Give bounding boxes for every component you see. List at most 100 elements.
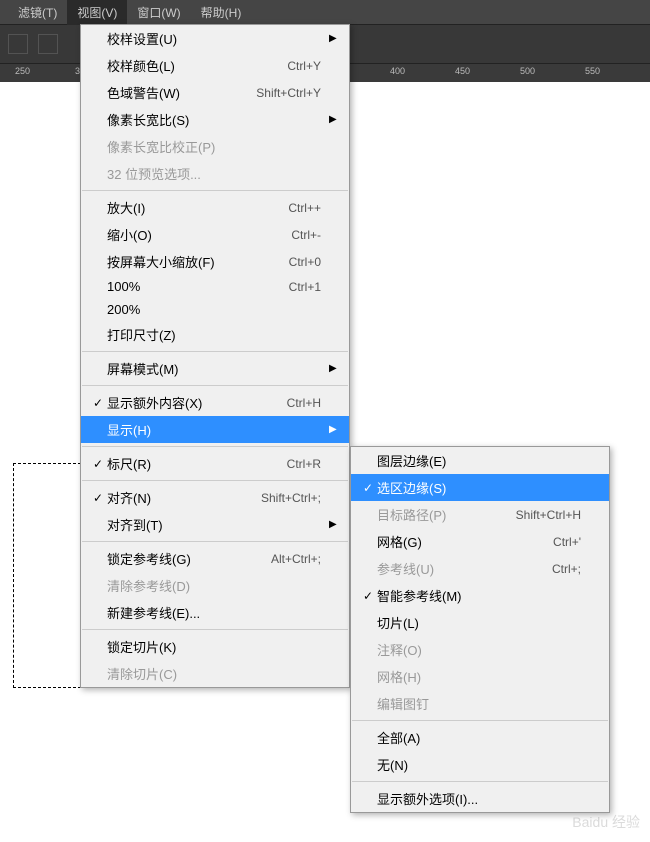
menu-item-label: 清除参考线(D)	[107, 576, 329, 595]
tool-icon[interactable]	[38, 34, 58, 54]
menu-item[interactable]: ✓显示额外内容(X)Ctrl+H	[81, 389, 349, 416]
menu-item[interactable]: 校样设置(U)▶	[81, 25, 349, 52]
menu-item: 网格(H)	[351, 663, 609, 690]
menu-item-label: 选区边缘(S)	[377, 478, 589, 497]
show-submenu: 图层边缘(E)✓选区边缘(S)目标路径(P)Shift+Ctrl+H网格(G)C…	[350, 446, 610, 813]
menu-item: 清除参考线(D)	[81, 572, 349, 599]
menu-item[interactable]: 放大(I)Ctrl++	[81, 194, 349, 221]
menu-item-label: 像素长宽比(S)	[107, 110, 329, 129]
menu-item[interactable]: 100%Ctrl+1	[81, 275, 349, 298]
menu-item-label: 对齐(N)	[107, 488, 261, 507]
menu-item[interactable]: 显示(H)▶	[81, 416, 349, 443]
menu-item[interactable]: 锁定切片(K)	[81, 633, 349, 660]
menu-item[interactable]: 屏幕模式(M)▶	[81, 355, 349, 382]
submenu-arrow-icon: ▶	[329, 424, 341, 435]
menu-item-label: 按屏幕大小缩放(F)	[107, 252, 289, 271]
menu-item-label: 显示额外选项(I)...	[377, 789, 589, 808]
menu-help[interactable]: 帮助(H)	[191, 0, 252, 25]
submenu-arrow-icon: ▶	[329, 363, 341, 374]
menu-item-label: 切片(L)	[377, 613, 589, 632]
menu-separator	[82, 629, 348, 630]
menu-item-shortcut: Ctrl+'	[553, 535, 589, 549]
menu-separator	[82, 190, 348, 191]
menu-item[interactable]: 对齐到(T)▶	[81, 511, 349, 538]
menu-item-shortcut: Ctrl+1	[289, 280, 329, 294]
menu-item[interactable]: 200%	[81, 298, 349, 321]
menu-item[interactable]: 全部(A)	[351, 724, 609, 751]
menu-item-label: 参考线(U)	[377, 559, 552, 578]
menu-item-label: 无(N)	[377, 755, 589, 774]
menu-view[interactable]: 视图(V)	[67, 0, 127, 25]
menu-item-shortcut: Ctrl+Y	[287, 59, 329, 73]
menu-item[interactable]: 锁定参考线(G)Alt+Ctrl+;	[81, 545, 349, 572]
marquee-selection	[13, 463, 81, 688]
menu-item-shortcut: Ctrl+H	[287, 396, 329, 410]
menu-item-label: 清除切片(C)	[107, 664, 329, 683]
menu-separator	[82, 351, 348, 352]
menu-item-label: 编辑图钉	[377, 694, 589, 713]
menu-item[interactable]: 切片(L)	[351, 609, 609, 636]
menu-item[interactable]: 像素长宽比(S)▶	[81, 106, 349, 133]
menu-item-label: 对齐到(T)	[107, 515, 329, 534]
submenu-arrow-icon: ▶	[329, 114, 341, 125]
menu-item-shortcut: Alt+Ctrl+;	[271, 552, 329, 566]
menu-item-label: 像素长宽比校正(P)	[107, 137, 329, 156]
menu-item-label: 屏幕模式(M)	[107, 359, 329, 378]
menu-item[interactable]: 图层边缘(E)	[351, 447, 609, 474]
menu-item-shortcut: Ctrl+;	[552, 562, 589, 576]
ruler-tick: 450	[455, 66, 470, 76]
menu-item[interactable]: ✓选区边缘(S)	[351, 474, 609, 501]
menu-item[interactable]: 打印尺寸(Z)	[81, 321, 349, 348]
menu-item-shortcut: Shift+Ctrl+Y	[256, 86, 329, 100]
menu-item-label: 网格(G)	[377, 532, 553, 551]
menu-item-label: 锁定切片(K)	[107, 637, 329, 656]
menu-item[interactable]: 显示额外选项(I)...	[351, 785, 609, 812]
submenu-arrow-icon: ▶	[329, 519, 341, 530]
menu-item-label: 校样设置(U)	[107, 29, 329, 48]
ruler-tick: 400	[390, 66, 405, 76]
menu-item: 32 位预览选项...	[81, 160, 349, 187]
menu-filter[interactable]: 滤镜(T)	[8, 0, 67, 25]
menu-item-label: 100%	[107, 279, 289, 294]
check-icon: ✓	[359, 481, 377, 495]
menu-item: 参考线(U)Ctrl+;	[351, 555, 609, 582]
menu-item-label: 图层边缘(E)	[377, 451, 589, 470]
menu-separator	[82, 385, 348, 386]
menu-item-shortcut: Ctrl++	[288, 201, 329, 215]
menu-item-label: 显示额外内容(X)	[107, 393, 287, 412]
menu-item-label: 智能参考线(M)	[377, 586, 589, 605]
menu-item-shortcut: Ctrl+0	[289, 255, 329, 269]
menu-item[interactable]: 新建参考线(E)...	[81, 599, 349, 626]
menu-item-label: 注释(O)	[377, 640, 589, 659]
menu-item[interactable]: 按屏幕大小缩放(F)Ctrl+0	[81, 248, 349, 275]
menu-item-label: 缩小(O)	[107, 225, 291, 244]
menu-item-label: 目标路径(P)	[377, 505, 516, 524]
menu-item-label: 32 位预览选项...	[107, 164, 329, 183]
menu-separator	[82, 480, 348, 481]
check-icon: ✓	[89, 457, 107, 471]
menu-item: 像素长宽比校正(P)	[81, 133, 349, 160]
menu-window[interactable]: 窗口(W)	[127, 0, 190, 25]
menu-item: 目标路径(P)Shift+Ctrl+H	[351, 501, 609, 528]
submenu-arrow-icon: ▶	[329, 33, 341, 44]
menu-item-label: 标尺(R)	[107, 454, 287, 473]
menu-item[interactable]: ✓对齐(N)Shift+Ctrl+;	[81, 484, 349, 511]
menu-separator	[82, 446, 348, 447]
tool-icon[interactable]	[8, 34, 28, 54]
menu-item[interactable]: 缩小(O)Ctrl+-	[81, 221, 349, 248]
menu-item-label: 放大(I)	[107, 198, 288, 217]
ruler-tick: 250	[15, 66, 30, 76]
menu-item[interactable]: ✓标尺(R)Ctrl+R	[81, 450, 349, 477]
check-icon: ✓	[359, 589, 377, 603]
menu-item-label: 全部(A)	[377, 728, 589, 747]
menu-item[interactable]: 网格(G)Ctrl+'	[351, 528, 609, 555]
menu-item[interactable]: 无(N)	[351, 751, 609, 778]
menu-item-label: 色域警告(W)	[107, 83, 256, 102]
menu-item[interactable]: 校样颜色(L)Ctrl+Y	[81, 52, 349, 79]
menu-item-label: 打印尺寸(Z)	[107, 325, 329, 344]
menu-item-label: 校样颜色(L)	[107, 56, 287, 75]
check-icon: ✓	[89, 491, 107, 505]
menu-item[interactable]: 色域警告(W)Shift+Ctrl+Y	[81, 79, 349, 106]
menu-item[interactable]: ✓智能参考线(M)	[351, 582, 609, 609]
menu-item-shortcut: Ctrl+R	[287, 457, 329, 471]
